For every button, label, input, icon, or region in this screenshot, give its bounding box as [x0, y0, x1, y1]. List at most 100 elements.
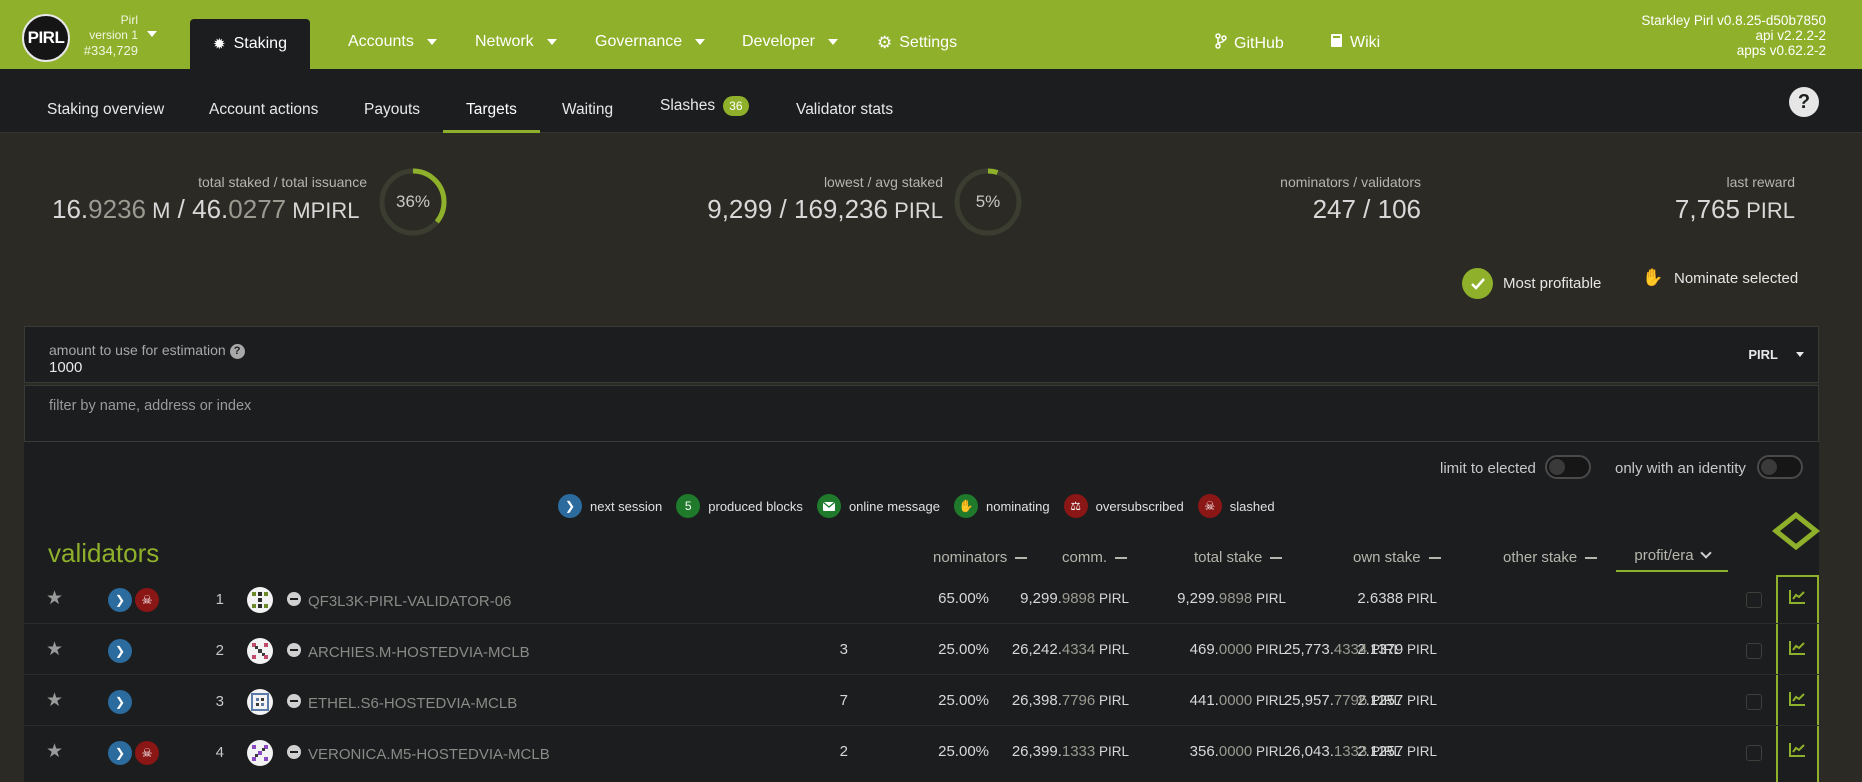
- validator-name[interactable]: ARCHIES.M-HOSTEDVIA-MCLB: [308, 644, 530, 661]
- total-stake-dec: 4334: [1061, 641, 1096, 658]
- table-row[interactable]: ★ ❯ ☠ 1 QF3L3K-PIRL-VALIDATOR-06 65.00% …: [24, 574, 1819, 624]
- chevron-down-icon[interactable]: [147, 31, 157, 37]
- chain-selector[interactable]: Pirl version 1 #334,729: [74, 13, 138, 58]
- identicon[interactable]: [247, 689, 273, 715]
- total-stake-int: 26,398.: [1011, 692, 1062, 709]
- column-other-stake[interactable]: other stake: [1503, 549, 1598, 566]
- total-stake-unit: PIRL: [1095, 642, 1129, 657]
- own-stake-dec: 0000: [1218, 743, 1253, 760]
- unit-dropdown[interactable]: PIRL: [1748, 347, 1804, 362]
- minus-icon: [1015, 556, 1028, 559]
- issuance-dec: 0277: [228, 194, 287, 224]
- tab-payouts[interactable]: Payouts: [364, 101, 420, 119]
- nav-wiki[interactable]: Wiki: [1330, 33, 1380, 53]
- check-icon: [1462, 268, 1493, 299]
- nav-governance[interactable]: Governance: [595, 33, 706, 51]
- star-icon[interactable]: ★: [46, 638, 63, 661]
- only-identity-label: only with an identity: [1615, 460, 1746, 477]
- column-comm[interactable]: comm.: [1062, 549, 1127, 566]
- legend-produced-blocks: 5 produced blocks: [676, 494, 803, 518]
- chart-line-icon[interactable]: [1789, 691, 1806, 706]
- select-checkbox[interactable]: [1746, 745, 1762, 761]
- unit-dropdown-value: PIRL: [1748, 347, 1778, 362]
- limit-elected-toggle[interactable]: [1545, 455, 1591, 479]
- star-icon[interactable]: ★: [46, 689, 63, 712]
- gear-icon: ✹: [213, 36, 226, 53]
- column-other-stake-label: other stake: [1503, 549, 1578, 566]
- most-profitable-label: Most profitable: [1503, 275, 1602, 292]
- total-stake-int: 9,299.: [1020, 590, 1062, 607]
- nav-accounts[interactable]: Accounts: [348, 33, 437, 51]
- issuance-unit: MPIRL: [286, 198, 360, 223]
- nav-staking-label: Staking: [233, 35, 287, 52]
- table-row[interactable]: ★ ❯ ☠ 4 VERONICA.M5-HOSTEDVIA-MCLB 2 25.…: [24, 727, 1819, 782]
- identicon[interactable]: [247, 740, 273, 766]
- most-profitable-button[interactable]: Most profitable: [1462, 268, 1601, 299]
- code-branch-icon: [1215, 33, 1227, 54]
- filter-input[interactable]: filter by name, address or index: [24, 385, 1819, 442]
- table-row[interactable]: ★ ❯ 2 ARCHIES.M-HOSTEDVIA-MCLB 3 25.00% …: [24, 625, 1819, 675]
- question-circle-icon[interactable]: ?: [229, 343, 245, 359]
- identicon[interactable]: [247, 638, 273, 664]
- identicon[interactable]: [247, 587, 273, 613]
- only-identity-toggle[interactable]: [1757, 455, 1803, 479]
- other-stake-dec: 7796: [1333, 692, 1368, 709]
- lowest-avg-unit: PIRL: [887, 198, 943, 223]
- other-stake-unit: PIRL: [1367, 642, 1401, 657]
- table-row[interactable]: ★ ❯ 3 ETHEL.S6-HOSTEDVIA-MCLB 7 25.00% 2…: [24, 676, 1819, 726]
- column-total-stake[interactable]: total stake: [1194, 549, 1283, 566]
- column-profit-era[interactable]: profit/era: [1616, 540, 1728, 572]
- star-icon[interactable]: ★: [46, 740, 63, 763]
- profit-unit: PIRL: [1403, 693, 1437, 708]
- star-icon[interactable]: ★: [46, 587, 63, 610]
- column-comm-label: comm.: [1062, 549, 1107, 566]
- select-checkbox[interactable]: [1746, 694, 1762, 710]
- chevron-down-icon: [426, 39, 437, 45]
- skull-crossbones-icon: ☠: [135, 588, 159, 612]
- other-stake-value: 25,957.7796 PIRL: [1284, 692, 1401, 709]
- expand-all-icon[interactable]: [1770, 512, 1822, 550]
- total-staked-value: 16.9236 M / 46.0277 MPIRL: [52, 194, 359, 225]
- help-icon[interactable]: ?: [1789, 87, 1819, 117]
- nominators-value: 2: [839, 743, 848, 760]
- minus-icon: [1270, 556, 1283, 559]
- own-stake-value: 9,299.9898 PIRL: [1177, 590, 1286, 607]
- total-stake-int: 26,242.: [1011, 641, 1062, 658]
- tab-slashes[interactable]: Slashes 36: [660, 96, 749, 116]
- tab-staking-overview[interactable]: Staking overview: [47, 101, 164, 119]
- pirl-logo[interactable]: PIRL: [22, 14, 70, 62]
- nav-staking[interactable]: ✹ Staking: [190, 19, 310, 69]
- total-stake-dec: 1333: [1061, 743, 1096, 760]
- chart-line-icon[interactable]: [1789, 589, 1806, 604]
- comm-value: 25.00%: [938, 692, 989, 709]
- nav-developer[interactable]: Developer: [742, 33, 838, 51]
- tab-account-actions[interactable]: Account actions: [209, 101, 318, 119]
- validator-name[interactable]: QF3L3K-PIRL-VALIDATOR-06: [308, 593, 511, 610]
- select-checkbox[interactable]: [1746, 592, 1762, 608]
- tab-waiting[interactable]: Waiting: [562, 101, 613, 119]
- chevron-down-icon: [695, 39, 706, 45]
- nav-settings[interactable]: ⚙ Settings: [877, 33, 957, 53]
- legend-produced-blocks-label: produced blocks: [708, 498, 803, 514]
- total-stake-unit: PIRL: [1095, 744, 1129, 759]
- nominate-selected-button[interactable]: ✋ Nominate selected: [1642, 268, 1798, 288]
- nav-github[interactable]: GitHub: [1215, 33, 1284, 54]
- total-stake-value: 9,299.9898 PIRL: [1020, 590, 1129, 607]
- last-reward-unit: PIRL: [1739, 198, 1795, 223]
- column-nominators[interactable]: nominators: [933, 549, 1028, 566]
- profit-number: 2.6388: [1357, 590, 1404, 607]
- tab-targets[interactable]: Targets: [466, 101, 517, 119]
- validator-name[interactable]: VERONICA.M5-HOSTEDVIA-MCLB: [308, 746, 550, 763]
- legend-next-session: ❯ next session: [558, 494, 662, 518]
- estimation-input[interactable]: amount to use for estimation? 1000 PIRL: [24, 326, 1819, 383]
- nav-network[interactable]: Network: [475, 33, 557, 51]
- select-checkbox[interactable]: [1746, 643, 1762, 659]
- column-own-stake[interactable]: own stake: [1353, 549, 1441, 566]
- chart-line-icon[interactable]: [1789, 640, 1806, 655]
- chart-line-icon[interactable]: [1789, 742, 1806, 757]
- estimation-value[interactable]: 1000: [49, 359, 82, 376]
- validator-name[interactable]: ETHEL.S6-HOSTEDVIA-MCLB: [308, 695, 517, 712]
- toggle-knob: [1549, 459, 1565, 475]
- tab-validator-stats[interactable]: Validator stats: [796, 101, 893, 119]
- last-reward-label: last reward: [1726, 174, 1795, 190]
